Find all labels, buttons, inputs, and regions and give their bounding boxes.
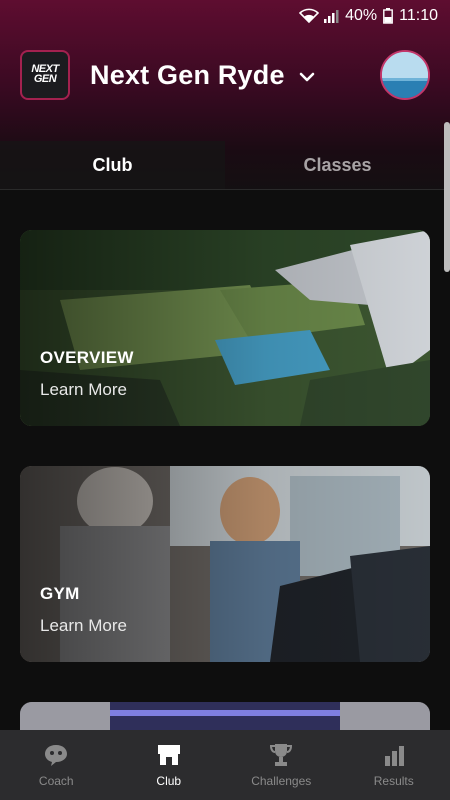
chevron-down-icon[interactable] (299, 71, 315, 83)
status-icons (299, 8, 339, 24)
learn-more-link[interactable]: Learn More (40, 616, 127, 636)
clock: 11:10 (399, 7, 438, 24)
bar-chart-icon (384, 746, 404, 766)
storefront-icon (157, 745, 180, 765)
avatar[interactable] (380, 50, 430, 100)
nav-challenges[interactable]: Challenges (225, 730, 338, 800)
chat-icon (45, 745, 68, 766)
battery-icon (383, 8, 394, 24)
nav-club[interactable]: Club (113, 730, 226, 800)
tab-divider (0, 189, 450, 190)
gym-card[interactable]: GYM Learn More (20, 466, 430, 662)
nav-coach[interactable]: Coach (0, 730, 113, 800)
club-name-selector[interactable]: Next Gen Ryde (90, 60, 285, 91)
nav-label: Club (156, 774, 182, 788)
tab-club[interactable]: Club (0, 141, 225, 189)
nav-label: Results (373, 774, 414, 788)
signal-icon (324, 10, 339, 23)
nav-results[interactable]: Results (338, 730, 450, 800)
logo-text-bottom: GEN (33, 73, 57, 85)
app-header: NEXT GEN Next Gen Ryde (20, 50, 430, 100)
nav-label: Coach (38, 774, 74, 788)
tab-bar: Club Classes (0, 141, 450, 189)
status-bar: 40% 11:10 (0, 0, 450, 32)
bottom-nav: Coach Club Challenges Results (0, 730, 450, 800)
card-title: OVERVIEW (40, 348, 134, 367)
wifi-icon (299, 8, 320, 24)
avatar-image (382, 52, 428, 98)
card-title: GYM (40, 584, 80, 603)
learn-more-link[interactable]: Learn More (40, 380, 127, 400)
scrollbar[interactable] (444, 122, 450, 272)
club-logo[interactable]: NEXT GEN (20, 50, 70, 100)
trophy-icon (270, 744, 293, 766)
nav-label: Challenges (251, 774, 312, 788)
battery-percent: 40% (345, 7, 378, 24)
overview-card[interactable]: OVERVIEW Learn More (20, 230, 430, 426)
tab-classes[interactable]: Classes (225, 141, 450, 189)
